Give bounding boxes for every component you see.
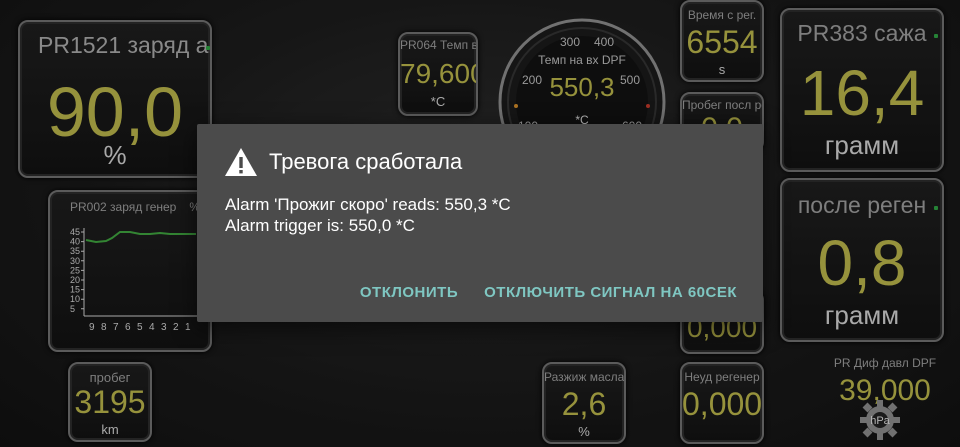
mute-60s-button[interactable]: ОТКЛЮЧИТЬ СИГНАЛ НА 60СЕК — [484, 284, 737, 301]
dialog-message: Alarm 'Прожиг скоро' reads: 550,3 *C Ala… — [225, 194, 511, 236]
warning-icon — [225, 148, 257, 176]
dialog-header: Тревога сработала — [223, 146, 462, 178]
dialog-title: Тревога сработала — [269, 149, 463, 174]
dialog-message-line: Alarm 'Прожиг скоро' reads: 550,3 *C — [225, 195, 511, 214]
alarm-dialog: Тревога сработала Alarm 'Прожиг скоро' r… — [197, 124, 763, 322]
dismiss-button[interactable]: ОТКЛОНИТЬ — [360, 284, 458, 301]
dialog-message-line: Alarm trigger is: 550,0 *C — [225, 216, 415, 235]
dialog-actions: ОТКЛОНИТЬ ОТКЛЮЧИТЬ СИГНАЛ НА 60СЕК — [360, 284, 737, 301]
